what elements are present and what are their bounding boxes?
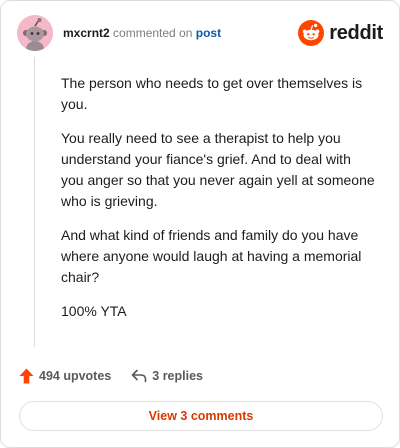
comment-actions: 494 upvotes 3 replies xyxy=(19,365,203,387)
comment-card: mxcrnt2 commented on post reddit The per… xyxy=(0,0,400,448)
reddit-wordmark: reddit xyxy=(329,21,383,44)
upvote-arrow-icon xyxy=(19,368,34,384)
comment-paragraph: 100% YTA xyxy=(61,303,127,319)
upvote-count: 494 upvotes xyxy=(39,369,112,383)
comment-body: The person who needs to get over themsel… xyxy=(61,73,377,335)
comment-paragraph: You really need to see a therapist to he… xyxy=(61,130,375,209)
thread-line xyxy=(34,57,35,347)
comment-meta: mxcrnt2 commented on post xyxy=(63,26,221,40)
upvote-button[interactable]: 494 upvotes xyxy=(19,368,111,384)
comment-paragraph: And what kind of friends and family do y… xyxy=(61,227,362,285)
reddit-logo-icon xyxy=(298,20,325,46)
comment-paragraph: The person who needs to get over themsel… xyxy=(61,75,363,112)
username-link[interactable]: mxcrnt2 xyxy=(63,26,110,40)
snoo-avatar-icon[interactable] xyxy=(17,15,53,51)
action-text: commented on xyxy=(113,26,193,40)
comment-header: mxcrnt2 commented on post reddit xyxy=(17,15,383,51)
post-link[interactable]: post xyxy=(196,26,221,40)
reddit-logo[interactable]: reddit xyxy=(298,19,383,47)
replies-button[interactable]: 3 replies xyxy=(131,369,203,383)
reply-arrow-icon xyxy=(131,369,147,383)
view-comments-button[interactable]: View 3 comments xyxy=(19,401,383,431)
replies-count: 3 replies xyxy=(152,369,203,383)
